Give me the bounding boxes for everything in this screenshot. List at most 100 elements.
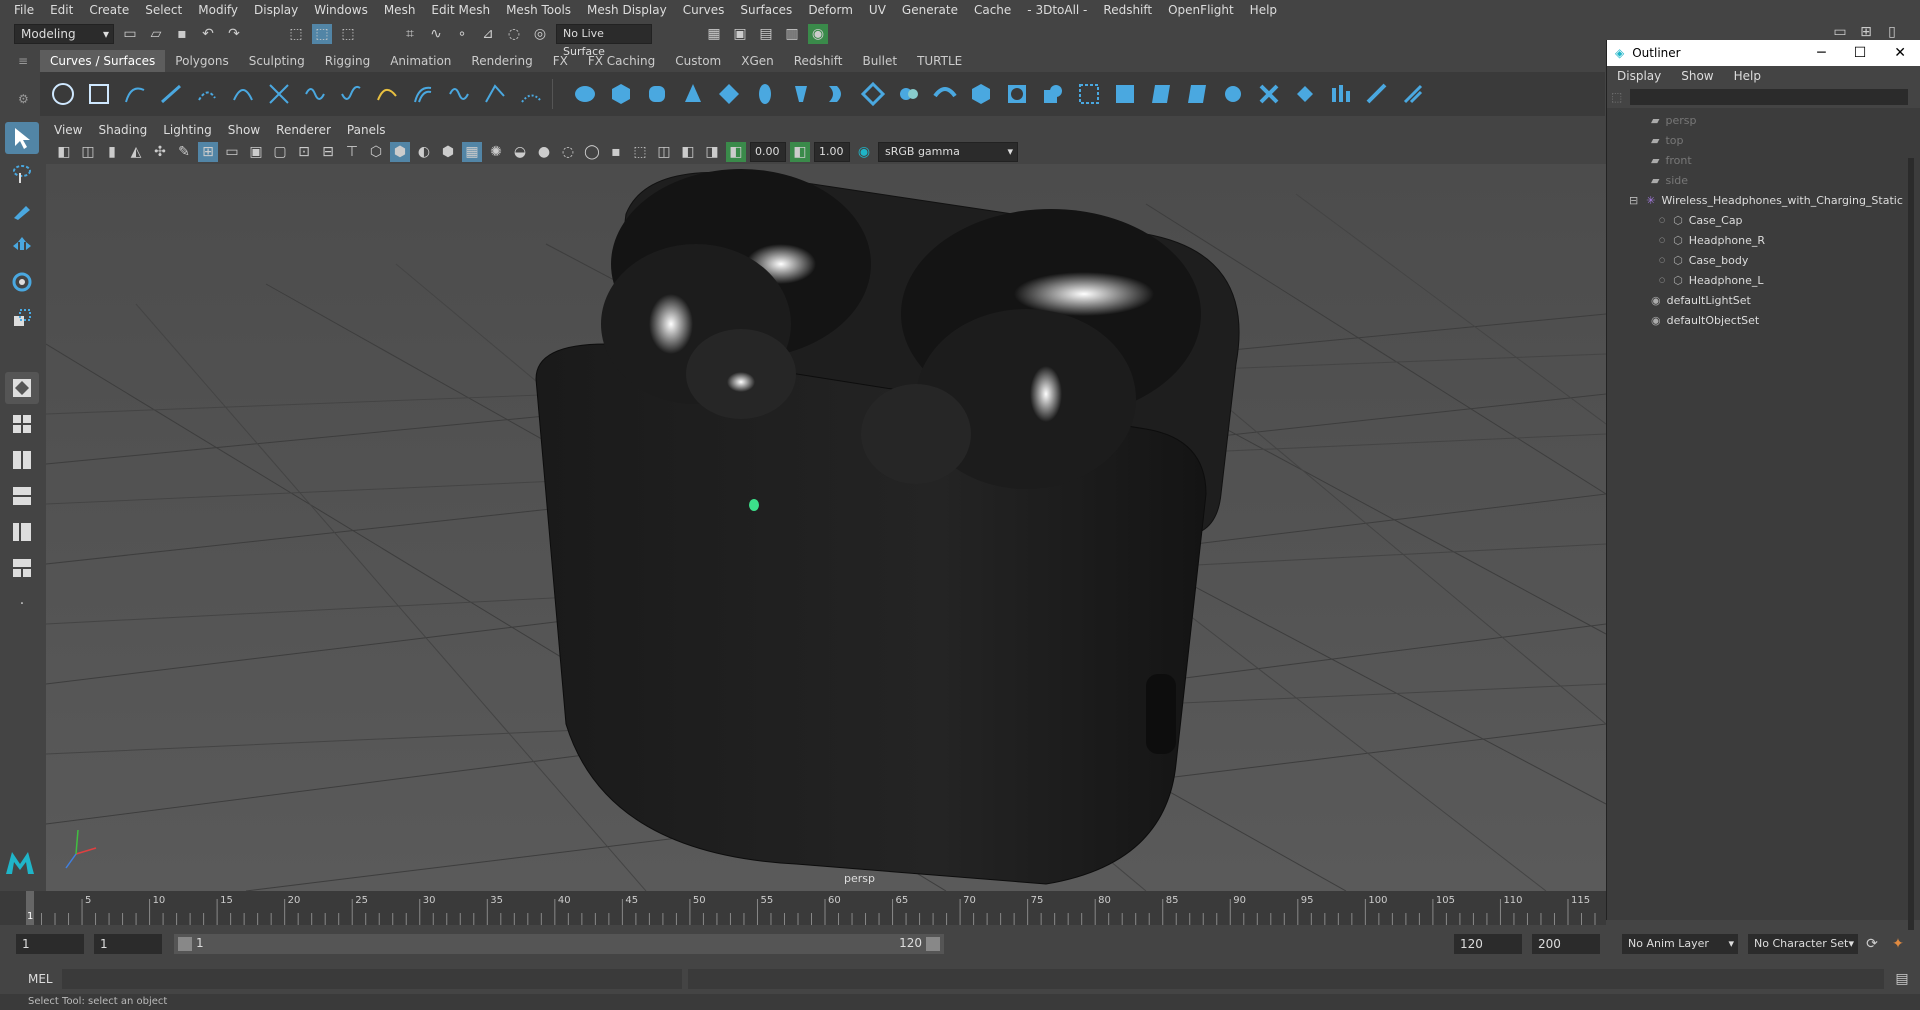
xray-icon[interactable]: ◫ [654,142,674,162]
perspective-viewport[interactable]: persp [46,164,1606,891]
outliner-menu-help[interactable]: Help [1734,69,1761,83]
menu-cache[interactable]: Cache [966,0,1019,20]
tab-redshift[interactable]: Redshift [784,50,853,72]
bookmark-icon[interactable]: ▮ [102,142,122,162]
textured-icon[interactable]: ▦ [462,142,482,162]
outliner-item[interactable]: ◉ defaultLightSet [1607,290,1920,310]
attach-surfaces-icon[interactable] [1218,79,1248,109]
select-hierarchy-icon[interactable]: ⬚ [286,24,306,44]
filter-icon[interactable]: ⬚ [1611,90,1622,104]
end-time-field[interactable]: 200 [1532,934,1600,954]
revolve-icon[interactable] [786,79,816,109]
camera-select-icon[interactable]: ◧ [54,142,74,162]
workspace-icon[interactable]: ▭ [1830,22,1850,42]
outliner-item[interactable]: ⊟ ✳ Wireless_Headphones_with_Charging_Stat… [1607,190,1920,210]
menu-select[interactable]: Select [137,0,190,20]
command-input[interactable] [62,969,682,989]
menu-mesh-display[interactable]: Mesh Display [579,0,675,20]
auto-key-icon[interactable]: ⟳ [1862,934,1882,954]
grid-toggle-icon[interactable]: ⊞ [198,142,218,162]
bevel-icon[interactable] [1038,79,1068,109]
menu-mesh[interactable]: Mesh [376,0,424,20]
snap-surface-icon[interactable]: ◌ [504,24,524,44]
tab-rigging[interactable]: Rigging [315,50,380,72]
viewport-menu-panels[interactable]: Panels [339,120,394,140]
arc-icon[interactable] [228,79,258,109]
select-component-icon[interactable]: ⬚ [338,24,358,44]
outliner-scrollbar[interactable] [1908,158,1914,938]
select-object-icon[interactable]: ⬚ [312,24,332,44]
paint-select-tool-icon[interactable] [5,194,39,226]
time-slider[interactable]: 5 10 15 20 25 30 35 40 45 50 55 60 65 70 75 80 85 90 95 100… [0,891,1606,925]
render-view-icon[interactable]: ▥ [782,24,802,44]
menu-deform[interactable]: Deform [800,0,861,20]
film-gate-icon[interactable]: ▭ [222,142,242,162]
range-slider[interactable]: 1 120 [174,934,944,954]
more-layouts-icon[interactable]: · [5,588,39,620]
mode-dropdown[interactable]: Modeling ▾ [14,24,114,44]
tab-bullet[interactable]: Bullet [852,50,907,72]
planar-icon[interactable] [858,79,888,109]
open-scene-icon[interactable]: ▱ [146,24,166,44]
trim-icon[interactable] [1146,79,1176,109]
shadows-icon[interactable]: ◒ [510,142,530,162]
tab-xgen[interactable]: XGen [731,50,784,72]
command-language-label[interactable]: MEL [28,972,53,986]
gate-mask-icon[interactable]: ▢ [270,142,290,162]
insert-knot-icon[interactable] [336,79,366,109]
align-surfaces-icon[interactable] [1290,79,1320,109]
nurbs-sphere-icon[interactable] [570,79,600,109]
outliner-item[interactable]: ○ ⬡ Case_body [1607,250,1920,270]
menu-redshift[interactable]: Redshift [1095,0,1160,20]
default-material-icon[interactable]: ◐ [414,142,434,162]
field-chart-icon[interactable]: ⊡ [294,142,314,162]
project-curve-icon[interactable] [1110,79,1140,109]
render-frame-icon[interactable]: ▣ [730,24,750,44]
menu-3dtoall[interactable]: - 3DtoAll - [1019,0,1095,20]
playback-start-field[interactable]: 1 [94,934,162,954]
hypershade-layout-icon[interactable] [5,552,39,584]
outliner-menu-show[interactable]: Show [1681,69,1713,83]
menu-file[interactable]: File [6,0,42,20]
anti-aliasing-icon[interactable]: ◯ [582,142,602,162]
image-plane-icon[interactable]: ◭ [126,142,146,162]
outliner-item[interactable]: ▰ top [1607,130,1920,150]
maximize-icon[interactable]: ☐ [1854,45,1867,61]
tab-fx-caching[interactable]: FX Caching [578,50,665,72]
ep-curve-icon[interactable] [156,79,186,109]
nurbs-torus-icon[interactable] [750,79,780,109]
ipr-render-icon[interactable]: ▤ [756,24,776,44]
menu-edit[interactable]: Edit [42,0,81,20]
tab-curves-surfaces[interactable]: Curves / Surfaces [40,50,166,72]
tab-sculpting[interactable]: Sculpting [239,50,315,72]
rotate-tool-icon[interactable] [5,266,39,298]
square-surface-icon[interactable] [1002,79,1032,109]
outliner-menu-display[interactable]: Display [1617,69,1661,83]
snap-point-icon[interactable]: ∘ [452,24,472,44]
viewport-menu-renderer[interactable]: Renderer [268,120,339,140]
minimize-icon[interactable]: ─ [1817,45,1825,61]
color-management-icon[interactable]: ◉ [854,142,874,162]
character-set-dropdown[interactable]: No Character Set ▾ [1748,934,1858,954]
menu-generate[interactable]: Generate [894,0,966,20]
menu-modify[interactable]: Modify [190,0,246,20]
menu-display[interactable]: Display [246,0,306,20]
menu-openflight[interactable]: OpenFlight [1160,0,1242,20]
gamma-field[interactable]: 1.00 [814,142,850,162]
snap-plane-icon[interactable]: ⊿ [478,24,498,44]
shelf-menu-icon[interactable]: ≡ [18,54,28,68]
save-scene-icon[interactable]: ▪ [172,24,192,44]
detach-curves-icon[interactable] [300,79,330,109]
square-curve-icon[interactable] [84,79,114,109]
charging-case-model[interactable] [535,169,1240,885]
exposure-icon[interactable]: ◧ [726,142,746,162]
panel-icon[interactable]: ▯ [1882,22,1902,42]
outliner-item[interactable]: ◉ defaultObjectSet [1607,310,1920,330]
menu-curves[interactable]: Curves [675,0,733,20]
extend-curve-icon[interactable] [372,79,402,109]
shelf-settings-icon[interactable]: ⚙ [18,92,29,106]
outliner-item[interactable]: ▰ persp [1607,110,1920,130]
nurbs-cylinder-icon[interactable] [642,79,672,109]
resolution-gate-icon[interactable]: ▣ [246,142,266,162]
start-time-field[interactable]: 1 [16,934,84,954]
